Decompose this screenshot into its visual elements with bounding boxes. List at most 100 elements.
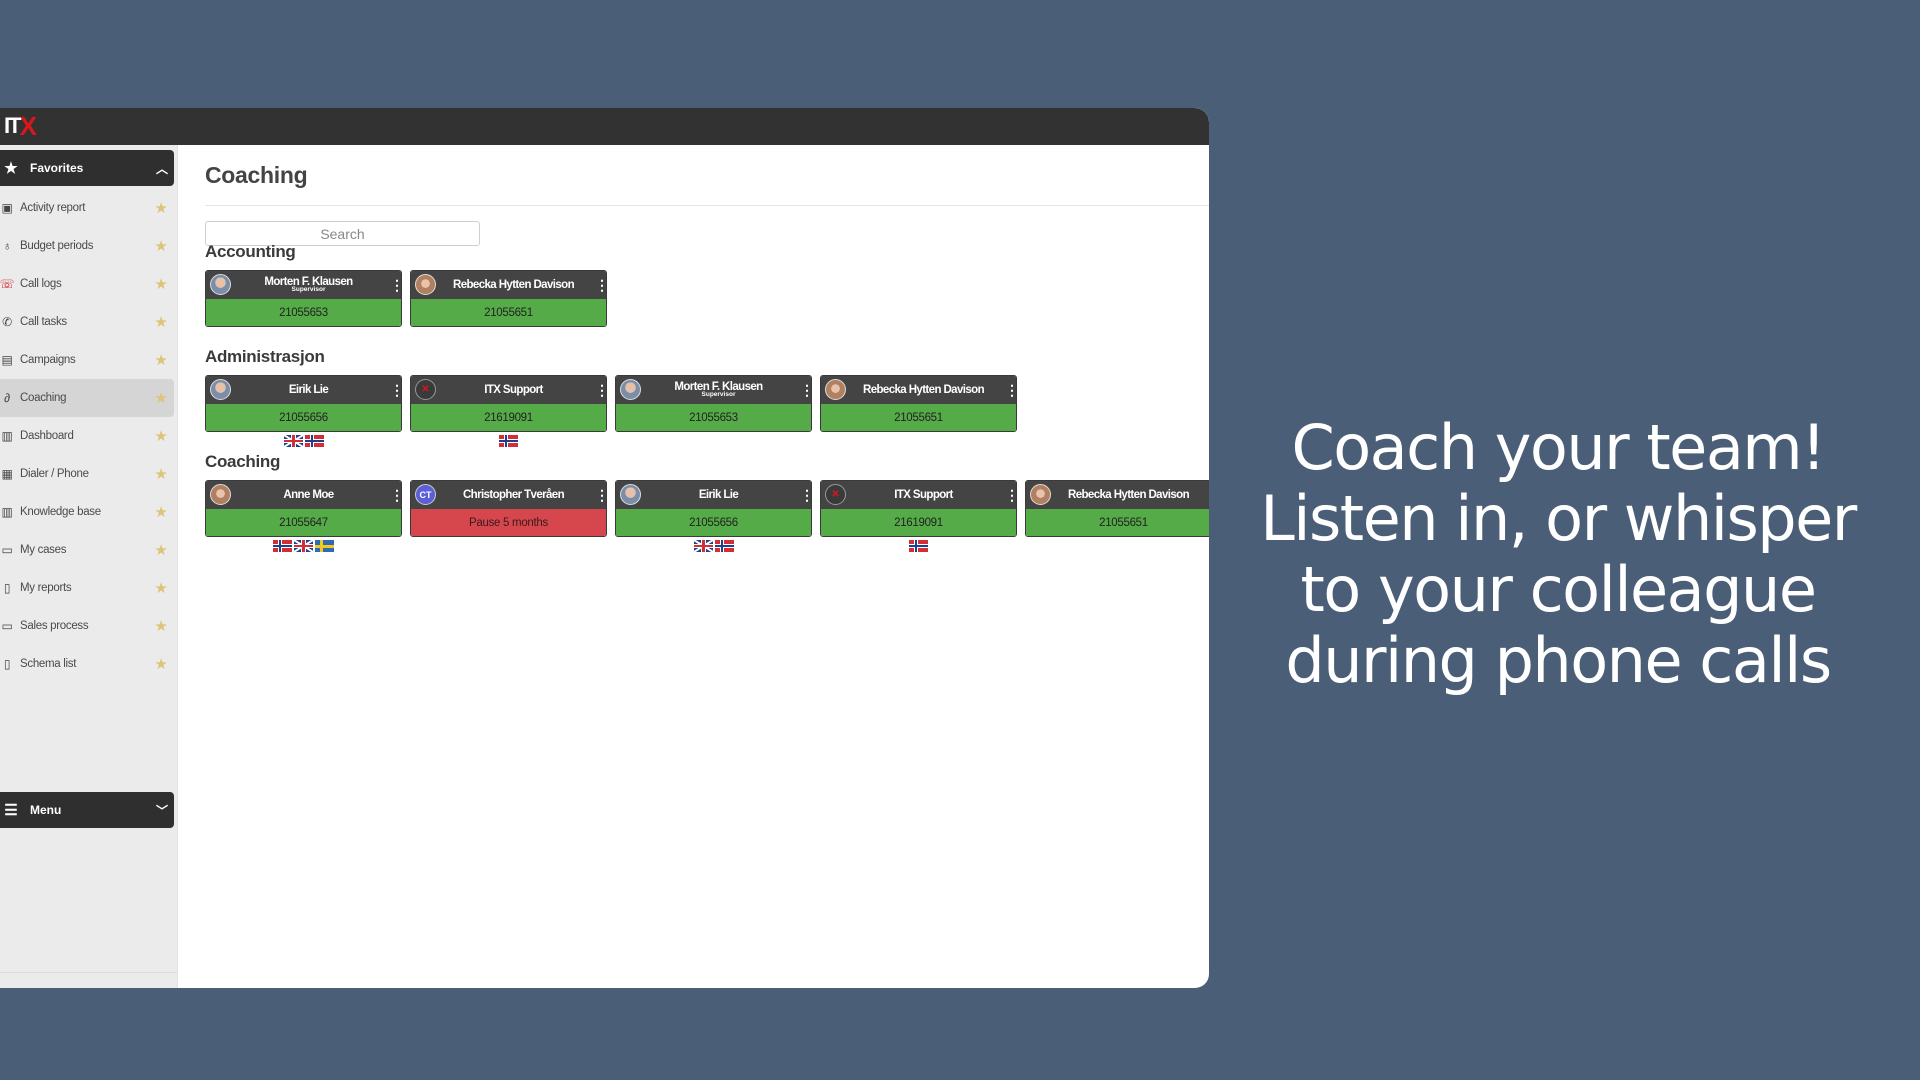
- avatar: [415, 274, 436, 295]
- agent-card[interactable]: Rebecka Hytten Davison⋮21055651: [1025, 480, 1209, 537]
- sidebar-item-label: Schema list: [20, 658, 77, 670]
- page-title: Coaching: [205, 162, 308, 188]
- sidebar-item-campaigns[interactable]: ▤ Campaigns ★: [0, 341, 174, 379]
- agent-card-row: Morten F. KlausenSupervisor ⋮ 21055653 Rebe…: [205, 270, 1209, 350]
- agent-card-header: ✕ ITX Support ⋮: [821, 481, 1016, 509]
- agent-card[interactable]: Eirik Lie ⋮ 21055656: [615, 480, 812, 537]
- uk-flag-icon: [283, 435, 303, 447]
- itx-logo[interactable]: IT X: [4, 111, 37, 141]
- title-divider: [205, 205, 1209, 206]
- agent-card[interactable]: ✕ ITX Support ⋮ 21619091: [410, 375, 607, 432]
- more-options-icon[interactable]: ⋮: [595, 276, 606, 294]
- favorite-star-icon[interactable]: ★: [150, 465, 172, 483]
- more-options-icon[interactable]: ⋮: [1005, 381, 1016, 399]
- agent-name: Rebecka Hytten Davison: [452, 279, 575, 291]
- favorite-star-icon[interactable]: ★: [150, 541, 172, 559]
- sidebar-item-my-reports[interactable]: ▯ My reports ★: [0, 569, 174, 607]
- agent-name-block: Rebecka Hytten Davison: [439, 271, 588, 299]
- favorites-list: ▣ Activity report ★ ♁ Budget periods ★ ☏ Call l…: [0, 189, 174, 683]
- sidebar-item-label: My cases: [20, 544, 67, 556]
- sidebar-item-label: My reports: [20, 582, 72, 594]
- favorite-star-icon[interactable]: ★: [150, 427, 172, 445]
- sidebar-item-label: Knowledge base: [20, 506, 101, 518]
- agent-status: 21055651: [411, 299, 606, 326]
- favorite-star-icon[interactable]: ★: [150, 579, 172, 597]
- favorite-star-icon[interactable]: ★: [150, 389, 172, 407]
- agent-card-header: Morten F. KlausenSupervisor ⋮: [616, 376, 811, 404]
- more-options-icon[interactable]: ⋮: [390, 276, 401, 294]
- bar-chart-icon: ▥: [1, 429, 13, 443]
- menu-header[interactable]: ☰ Menu ﹀: [0, 792, 174, 828]
- sidebar-item-activity-report[interactable]: ▣ Activity report ★: [0, 189, 174, 227]
- favorite-star-icon[interactable]: ★: [150, 199, 172, 217]
- sidebar-item-label: Coaching: [20, 392, 67, 404]
- agent-status: Pause 5 months: [411, 509, 606, 536]
- favorite-star-icon[interactable]: ★: [150, 351, 172, 369]
- agent-name: Rebecka Hytten Davison: [862, 384, 985, 396]
- more-options-icon[interactable]: ⋮: [595, 381, 606, 399]
- avatar: ✕: [415, 379, 436, 400]
- sidebar-item-call-logs[interactable]: ☏ Call logs ★: [0, 265, 174, 303]
- agent-role: Supervisor: [701, 391, 736, 398]
- language-flags: [410, 435, 607, 447]
- books-icon: ▥: [1, 505, 13, 519]
- favorites-header[interactable]: ★ Favorites ︿: [0, 150, 174, 186]
- more-options-icon[interactable]: ⋮: [595, 486, 606, 504]
- more-options-icon[interactable]: ⋮: [800, 381, 811, 399]
- tagline-line: Listen in, or whisper: [1260, 482, 1857, 555]
- favorite-star-icon[interactable]: ★: [150, 617, 172, 635]
- sidebar-item-dashboard[interactable]: ▥ Dashboard ★: [0, 417, 174, 455]
- sidebar-item-knowledge-base[interactable]: ▥ Knowledge base ★: [0, 493, 174, 531]
- agent-card[interactable]: Morten F. KlausenSupervisor ⋮ 21055653: [615, 375, 812, 432]
- agent-name-block: ITX Support: [849, 481, 998, 509]
- agent-card-header: ✕ ITX Support ⋮: [411, 376, 606, 404]
- sidebar-item-coaching[interactable]: ∂ Coaching ★: [0, 379, 174, 417]
- more-options-icon[interactable]: ⋮: [1005, 486, 1016, 504]
- top-bar: IT X: [0, 108, 1209, 145]
- sidebar-item-dialer-phone[interactable]: ▦ Dialer / Phone ★: [0, 455, 174, 493]
- sidebar-item-label: Activity report: [20, 202, 86, 214]
- agent-card[interactable]: ✕ ITX Support ⋮ 21619091: [820, 480, 1017, 537]
- sidebar-item-label: Dashboard: [20, 430, 74, 442]
- norway-flag-icon: [304, 435, 324, 447]
- sidebar-item-my-cases[interactable]: ▭ My cases ★: [0, 531, 174, 569]
- norway-flag-icon: [499, 435, 518, 447]
- agent-card[interactable]: Morten F. KlausenSupervisor ⋮ 21055653: [205, 270, 402, 327]
- norway-flag-icon: [273, 540, 292, 552]
- agent-card[interactable]: Anne Moe ⋮ 21055647: [205, 480, 402, 537]
- agent-name: Eirik Lie: [698, 489, 739, 501]
- agent-status: 21055656: [206, 404, 401, 431]
- chevron-down-icon[interactable]: ﹀: [150, 802, 174, 819]
- money-bag-icon: ♁: [2, 239, 12, 253]
- avatar: ✕: [825, 484, 846, 505]
- favorite-star-icon[interactable]: ★: [150, 503, 172, 521]
- sidebar-item-call-tasks[interactable]: ✆ Call tasks ★: [0, 303, 174, 341]
- sidebar-item-schema-list[interactable]: ▯ Schema list ★: [0, 645, 174, 683]
- agent-card[interactable]: Rebecka Hytten Davison⋮21055651: [820, 375, 1017, 432]
- sidebar-item-sales-process[interactable]: ▭ Sales process ★: [0, 607, 174, 645]
- favorite-star-icon[interactable]: ★: [150, 237, 172, 255]
- agent-card-header: Eirik Lie ⋮: [616, 481, 811, 509]
- agent-name-block: Morten F. Klausen Supervisor: [644, 376, 793, 404]
- agent-name: Christopher Tveråen: [462, 489, 565, 501]
- agent-card-header: Rebecka Hytten Davison ⋮: [821, 376, 1016, 404]
- agent-card[interactable]: Eirik Lie ⋮ 21055656: [205, 375, 402, 432]
- favorite-star-icon[interactable]: ★: [150, 275, 172, 293]
- agent-name-block: Morten F. Klausen Supervisor: [234, 271, 383, 299]
- more-options-icon[interactable]: ⋮: [390, 486, 401, 504]
- sidebar-item-budget-periods[interactable]: ♁ Budget periods ★: [0, 227, 174, 265]
- chevron-up-icon[interactable]: ︿: [150, 160, 174, 177]
- favorite-star-icon[interactable]: ★: [150, 655, 172, 673]
- list-icon: ☰: [4, 802, 18, 819]
- more-options-icon[interactable]: ⋮: [800, 486, 811, 504]
- ear-icon: ∂: [4, 391, 10, 405]
- sidebar-item-label: Call tasks: [20, 316, 67, 328]
- favorite-star-icon[interactable]: ★: [150, 313, 172, 331]
- agent-card-header: Rebecka Hytten Davison ⋮: [411, 271, 606, 299]
- agent-name: Anne Moe: [283, 489, 334, 501]
- agent-card[interactable]: CT Christopher Tveråen ⋮ Pause 5 months: [410, 480, 607, 537]
- agent-status: 21619091: [411, 404, 606, 431]
- more-options-icon[interactable]: ⋮: [390, 381, 401, 399]
- agent-card[interactable]: Rebecka Hytten Davison ⋮ 21055651: [410, 270, 607, 327]
- group-title: Administrasjon: [205, 347, 325, 366]
